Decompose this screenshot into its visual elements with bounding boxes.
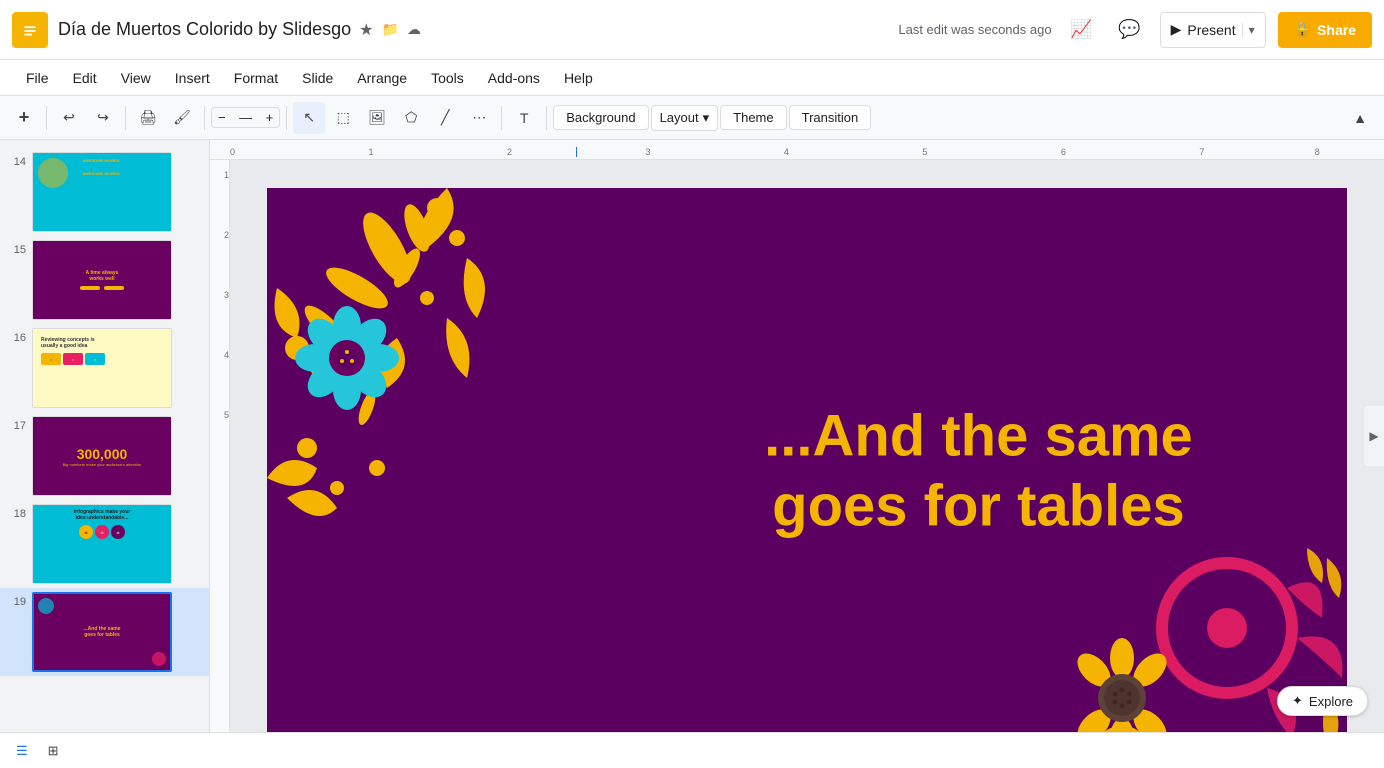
separator-2 xyxy=(125,106,126,130)
layout-dropdown[interactable]: Layout ▾ xyxy=(651,105,719,131)
text-box-button[interactable]: T xyxy=(508,102,540,134)
menu-format[interactable]: Format xyxy=(224,66,288,90)
explore-label: Explore xyxy=(1309,694,1353,709)
slide-panel: 14 AWESOME WORDS AWESOME WORDS 15 A time… xyxy=(0,140,210,732)
separator-1 xyxy=(46,106,47,130)
slide-thumb-16[interactable]: Reviewing concepts isusually a good idea… xyxy=(32,328,172,408)
explore-icon: ✦ xyxy=(1292,693,1303,709)
main-slide[interactable]: ...And the same goes for tables xyxy=(267,188,1347,732)
slide-thumb-17[interactable]: 300,000 Big numbers make your audience's… xyxy=(32,416,172,496)
menu-view[interactable]: View xyxy=(111,66,161,90)
menu-addons[interactable]: Add-ons xyxy=(478,66,550,90)
menu-bar: File Edit View Insert Format Slide Arran… xyxy=(0,60,1384,96)
collapse-right-button[interactable]: ▶ xyxy=(1364,406,1384,466)
separator-5 xyxy=(501,106,502,130)
slide-main-text[interactable]: ...And the same goes for tables xyxy=(764,401,1193,540)
slide-thumb-14[interactable]: AWESOME WORDS AWESOME WORDS xyxy=(32,152,172,232)
separator-6 xyxy=(546,106,547,130)
cloud-icon[interactable]: ☁ xyxy=(407,21,421,38)
slide-number-14: 14 xyxy=(8,156,26,168)
decoration-topleft xyxy=(267,188,527,528)
menu-slide[interactable]: Slide xyxy=(292,66,343,90)
ruler-horizontal: 0 1 2 3 4 5 6 7 8 xyxy=(210,140,1384,160)
zoom-percent[interactable]: — xyxy=(230,110,262,125)
header-right: Last edit was seconds ago 📈 💬 ▶ Present … xyxy=(898,12,1372,48)
menu-arrange[interactable]: Arrange xyxy=(347,66,417,90)
slide-text-line1: ...And the same xyxy=(764,401,1193,471)
slide-text-line2: goes for tables xyxy=(764,471,1193,541)
present-label: Present xyxy=(1187,22,1235,38)
menu-file[interactable]: File xyxy=(16,66,59,90)
select-box-button[interactable]: ⬚ xyxy=(327,102,359,134)
menu-edit[interactable]: Edit xyxy=(63,66,107,90)
slide-number-17: 17 xyxy=(8,420,26,432)
redo-button[interactable]: ↪ xyxy=(87,102,119,134)
grid-view-button[interactable]: ⊞ xyxy=(40,739,67,763)
separator-4 xyxy=(286,106,287,130)
title-area: Día de Muertos Colorido by Slidesgo ★ 📁 … xyxy=(58,19,888,40)
slide-item-14[interactable]: 14 AWESOME WORDS AWESOME WORDS xyxy=(0,148,209,236)
present-caret[interactable]: ▾ xyxy=(1242,23,1255,37)
toolbar: + ↩ ↪ 🖨 🖌 − — + ↖ ⬚ 🖼 ⬠ ╱ ⋯ T Background… xyxy=(0,96,1384,140)
collapse-toolbar-button[interactable]: ▲ xyxy=(1344,102,1376,134)
app-icon xyxy=(12,12,48,48)
ruler-vertical: 1 2 3 4 5 xyxy=(210,160,230,732)
menu-tools[interactable]: Tools xyxy=(421,66,474,90)
share-button[interactable]: 🔒 Share xyxy=(1278,12,1372,48)
paint-format-button[interactable]: 🖌 xyxy=(166,102,198,134)
present-icon: ▶ xyxy=(1171,21,1182,38)
undo-button[interactable]: ↩ xyxy=(53,102,85,134)
slide-thumb-15[interactable]: A time alwaysworks well xyxy=(32,240,172,320)
slide-item-18[interactable]: 18 Infographics make youridea understand… xyxy=(0,500,209,588)
print-button[interactable]: 🖨 xyxy=(132,102,164,134)
zoom-out-icon: − xyxy=(218,110,226,125)
folder-icon[interactable]: 📁 xyxy=(382,21,399,38)
share-label: Share xyxy=(1317,22,1356,38)
add-button[interactable]: + xyxy=(8,102,40,134)
slide-thumb-19[interactable]: ...And the samegoes for tables xyxy=(32,592,172,672)
grid-icon: ⊞ xyxy=(48,743,59,759)
layout-label: Layout xyxy=(660,110,699,125)
slide-number-16: 16 xyxy=(8,332,26,344)
lock-icon: 🔒 xyxy=(1294,21,1311,38)
shapes-button[interactable]: ⬠ xyxy=(395,102,427,134)
theme-button[interactable]: Theme xyxy=(720,105,786,130)
explore-button[interactable]: ✦ Explore xyxy=(1277,686,1368,716)
line-button[interactable]: ╱ xyxy=(429,102,461,134)
layout-caret-icon: ▾ xyxy=(703,110,710,126)
last-edit-text: Last edit was seconds ago xyxy=(898,22,1051,37)
slide-number-15: 15 xyxy=(8,244,26,256)
top-bar: Día de Muertos Colorido by Slidesgo ★ 📁 … xyxy=(0,0,1384,60)
slide-item-19[interactable]: 19 ...And the samegoes for tables xyxy=(0,588,209,676)
image-button[interactable]: 🖼 xyxy=(361,102,393,134)
select-tool-button[interactable]: ↖ xyxy=(293,102,325,134)
slide-item-15[interactable]: 15 A time alwaysworks well xyxy=(0,236,209,324)
main-content: 14 AWESOME WORDS AWESOME WORDS 15 A time… xyxy=(0,140,1384,732)
menu-insert[interactable]: Insert xyxy=(165,66,220,90)
slide-item-16[interactable]: 16 Reviewing concepts isusually a good i… xyxy=(0,324,209,412)
transition-button[interactable]: Transition xyxy=(789,105,872,130)
slide-number-19: 19 xyxy=(8,596,26,608)
list-icon: ☰ xyxy=(16,743,28,759)
zoom-in-icon: + xyxy=(266,110,274,125)
comment-icon-btn[interactable]: 💬 xyxy=(1112,12,1148,48)
more-tools-button[interactable]: ⋯ xyxy=(463,102,495,134)
slide-thumb-18[interactable]: Infographics make youridea understandabl… xyxy=(32,504,172,584)
bottom-bar: ☰ ⊞ xyxy=(0,732,1384,768)
slide-number-18: 18 xyxy=(8,508,26,520)
separator-3 xyxy=(204,106,205,130)
canvas-area[interactable]: 0 1 2 3 4 5 6 7 8 1 2 3 4 5 xyxy=(210,140,1384,732)
background-button[interactable]: Background xyxy=(553,105,648,130)
analytics-icon-btn[interactable]: 📈 xyxy=(1064,12,1100,48)
doc-title[interactable]: Día de Muertos Colorido by Slidesgo xyxy=(58,19,351,40)
star-icon[interactable]: ★ xyxy=(359,20,373,40)
zoom-control[interactable]: − — + xyxy=(211,107,280,128)
list-view-button[interactable]: ☰ xyxy=(8,739,36,763)
slide-item-17[interactable]: 17 300,000 Big numbers make your audienc… xyxy=(0,412,209,500)
menu-help[interactable]: Help xyxy=(554,66,603,90)
present-button[interactable]: ▶ Present ▾ xyxy=(1160,12,1266,48)
